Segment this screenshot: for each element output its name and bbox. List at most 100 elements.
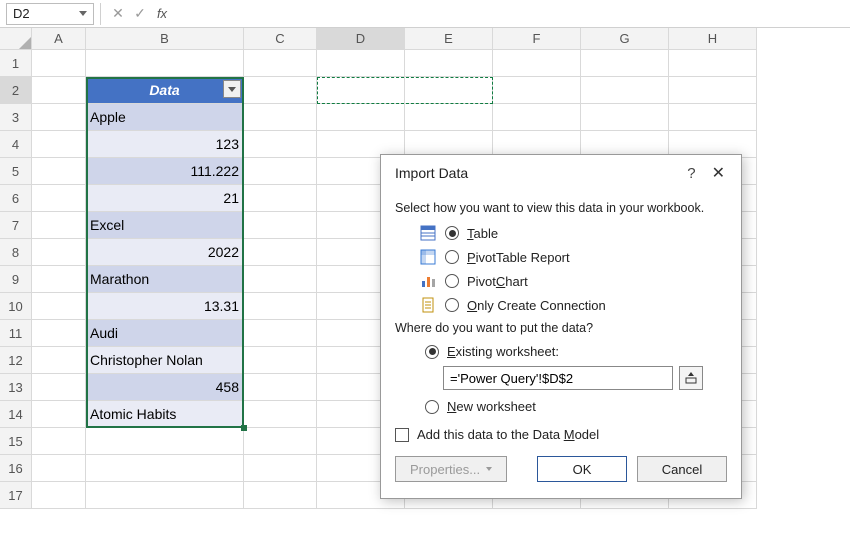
cell-E3[interactable]	[405, 104, 493, 131]
radio-existing-worksheet[interactable]	[425, 345, 439, 359]
cell-E2[interactable]	[405, 77, 493, 104]
cell-B17[interactable]	[86, 482, 244, 509]
cell-A4[interactable]	[32, 131, 86, 158]
help-icon[interactable]: ?	[677, 165, 705, 182]
row-header-14[interactable]: 14	[0, 401, 32, 428]
cell-C13[interactable]	[244, 374, 317, 401]
cell-C8[interactable]	[244, 239, 317, 266]
column-header-D[interactable]: D	[317, 28, 405, 50]
cell-B9[interactable]: Marathon	[86, 266, 244, 293]
cell-D3[interactable]	[317, 104, 405, 131]
row-header-6[interactable]: 6	[0, 185, 32, 212]
row-header-13[interactable]: 13	[0, 374, 32, 401]
cell-A9[interactable]	[32, 266, 86, 293]
column-header-G[interactable]: G	[581, 28, 669, 50]
row-header-16[interactable]: 16	[0, 455, 32, 482]
radio-table[interactable]	[445, 226, 459, 240]
cell-B10[interactable]: 13.31	[86, 293, 244, 320]
cell-G2[interactable]	[581, 77, 669, 104]
radio-connection-only[interactable]	[445, 298, 459, 312]
option-pivotchart[interactable]: PivotChart	[395, 269, 727, 293]
cell-A13[interactable]	[32, 374, 86, 401]
cell-B13[interactable]: 458	[86, 374, 244, 401]
properties-button[interactable]: Properties...	[395, 456, 507, 482]
filter-button[interactable]	[223, 80, 241, 98]
cell-A7[interactable]	[32, 212, 86, 239]
cell-A1[interactable]	[32, 50, 86, 77]
cell-C4[interactable]	[244, 131, 317, 158]
cell-B12[interactable]: Christopher Nolan	[86, 347, 244, 374]
row-header-7[interactable]: 7	[0, 212, 32, 239]
cell-A10[interactable]	[32, 293, 86, 320]
cell-B11[interactable]: Audi	[86, 320, 244, 347]
cell-G3[interactable]	[581, 104, 669, 131]
cell-C11[interactable]	[244, 320, 317, 347]
cell-C16[interactable]	[244, 455, 317, 482]
cell-D1[interactable]	[317, 50, 405, 77]
cell-D2[interactable]	[317, 77, 405, 104]
row-header-9[interactable]: 9	[0, 266, 32, 293]
cell-A6[interactable]	[32, 185, 86, 212]
location-input[interactable]	[443, 366, 673, 390]
cell-C15[interactable]	[244, 428, 317, 455]
cancel-button[interactable]: Cancel	[637, 456, 727, 482]
cell-A15[interactable]	[32, 428, 86, 455]
cell-C1[interactable]	[244, 50, 317, 77]
cell-C14[interactable]	[244, 401, 317, 428]
column-header-F[interactable]: F	[493, 28, 581, 50]
cell-A3[interactable]	[32, 104, 86, 131]
cell-H2[interactable]	[669, 77, 757, 104]
ok-button[interactable]: OK	[537, 456, 627, 482]
cell-G1[interactable]	[581, 50, 669, 77]
cell-A14[interactable]	[32, 401, 86, 428]
cell-A8[interactable]	[32, 239, 86, 266]
row-header-1[interactable]: 1	[0, 50, 32, 77]
cell-C9[interactable]	[244, 266, 317, 293]
row-header-17[interactable]: 17	[0, 482, 32, 509]
row-header-2[interactable]: 2	[0, 77, 32, 104]
cell-B8[interactable]: 2022	[86, 239, 244, 266]
column-header-A[interactable]: A	[32, 28, 86, 50]
row-header-12[interactable]: 12	[0, 347, 32, 374]
column-header-H[interactable]: H	[669, 28, 757, 50]
cell-B3[interactable]: Apple	[86, 104, 244, 131]
radio-new-worksheet[interactable]	[425, 400, 439, 414]
cell-H1[interactable]	[669, 50, 757, 77]
cell-F3[interactable]	[493, 104, 581, 131]
formula-input[interactable]	[173, 3, 850, 25]
column-header-B[interactable]: B	[86, 28, 244, 50]
cell-B16[interactable]	[86, 455, 244, 482]
enter-formula-button[interactable]: ✓	[129, 3, 151, 25]
column-header-E[interactable]: E	[405, 28, 493, 50]
cell-H3[interactable]	[669, 104, 757, 131]
cell-A12[interactable]	[32, 347, 86, 374]
option-table[interactable]: Table	[395, 221, 727, 245]
radio-pivotchart[interactable]	[445, 274, 459, 288]
cell-F1[interactable]	[493, 50, 581, 77]
location-existing[interactable]: Existing worksheet:	[395, 341, 727, 362]
radio-pivottable[interactable]	[445, 250, 459, 264]
row-header-10[interactable]: 10	[0, 293, 32, 320]
cell-A2[interactable]	[32, 77, 86, 104]
cell-C17[interactable]	[244, 482, 317, 509]
cell-E1[interactable]	[405, 50, 493, 77]
cell-B5[interactable]: 111.222	[86, 158, 244, 185]
cell-C12[interactable]	[244, 347, 317, 374]
location-new[interactable]: New worksheet	[395, 396, 727, 417]
checkbox-add-to-model[interactable]	[395, 428, 409, 442]
cell-B6[interactable]: 21	[86, 185, 244, 212]
add-to-model-row[interactable]: Add this data to the Data Model	[395, 417, 727, 446]
cell-C6[interactable]	[244, 185, 317, 212]
row-header-8[interactable]: 8	[0, 239, 32, 266]
row-header-4[interactable]: 4	[0, 131, 32, 158]
cell-A11[interactable]	[32, 320, 86, 347]
cell-A5[interactable]	[32, 158, 86, 185]
name-box[interactable]: D2	[6, 3, 94, 25]
cell-C2[interactable]	[244, 77, 317, 104]
column-header-C[interactable]: C	[244, 28, 317, 50]
cell-C7[interactable]	[244, 212, 317, 239]
cell-B1[interactable]	[86, 50, 244, 77]
cell-B2[interactable]: Data	[86, 77, 244, 104]
range-selector-button[interactable]	[679, 366, 703, 390]
cell-B15[interactable]	[86, 428, 244, 455]
